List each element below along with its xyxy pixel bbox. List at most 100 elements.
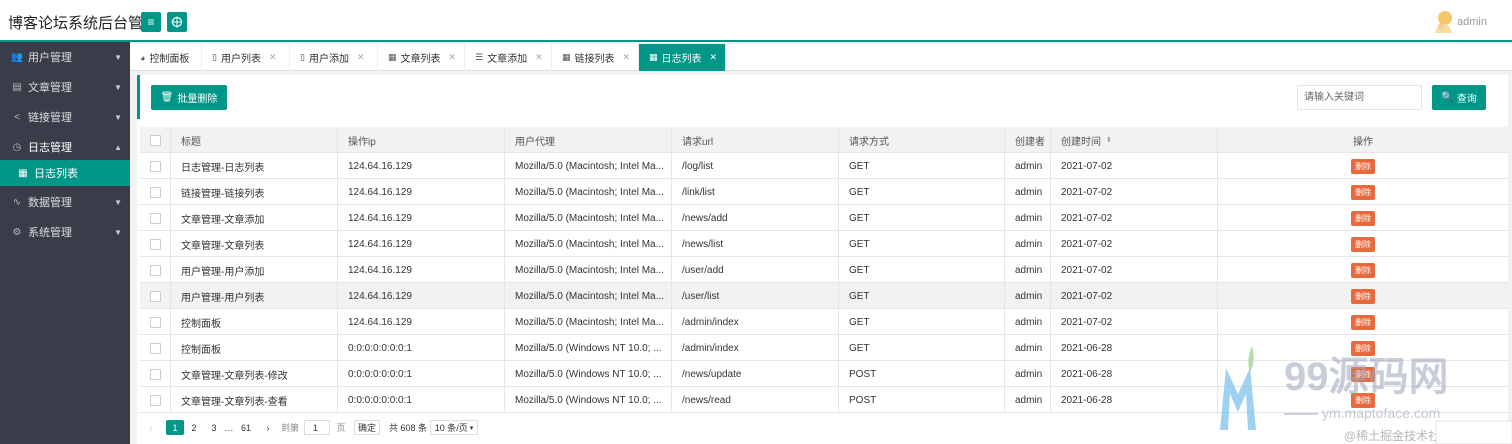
file-icon: ▯: [300, 52, 305, 62]
cell-method: GET: [839, 309, 1005, 335]
table-row[interactable]: 文章管理-文章添加 124.64.16.129 Mozilla/5.0 (Macin…: [140, 205, 1508, 231]
card-accent: [137, 75, 140, 119]
sidebar-item-logs[interactable]: ◷ 日志管理 ▲: [0, 132, 130, 162]
tab-user-add[interactable]: ▯ 用户添加 ✕: [290, 44, 378, 71]
menu-toggle-button[interactable]: ≡: [141, 12, 161, 32]
table-icon: ▦: [18, 167, 28, 179]
top-header: 博客论坛系统后台管理 ≡ admin: [0, 0, 1512, 42]
close-icon[interactable]: ✕: [449, 52, 457, 63]
cell-title: 日志管理-日志列表: [171, 153, 338, 179]
cell-creator: admin: [1005, 335, 1051, 361]
username[interactable]: admin: [1457, 16, 1487, 28]
cell-ip: 124.64.16.129: [338, 231, 505, 257]
tab-dashboard[interactable]: ◕ 控制面板: [130, 44, 202, 71]
sidebar-item-label: 数据管理: [28, 197, 72, 209]
cell-created-time: 2021-07-02: [1051, 309, 1218, 335]
delete-button[interactable]: 删除: [1351, 288, 1375, 304]
row-checkbox[interactable]: [150, 316, 161, 328]
row-checkbox[interactable]: [150, 342, 161, 354]
close-icon[interactable]: ✕: [623, 52, 631, 63]
table-row[interactable]: 链接管理-链接列表 124.64.16.129 Mozilla/5.0 (Macin…: [140, 179, 1508, 205]
delete-button[interactable]: 删除: [1351, 210, 1375, 226]
page-last[interactable]: 61: [238, 420, 254, 435]
row-checkbox[interactable]: [150, 264, 161, 276]
table-row[interactable]: 用户管理-用户列表 124.64.16.129 Mozilla/5.0 (Macin…: [140, 283, 1508, 309]
batch-delete-button[interactable]: 🗑 批量删除: [151, 85, 227, 110]
sidebar-item-data[interactable]: ∿ 数据管理 ▼: [0, 187, 130, 217]
tab-article-list[interactable]: ▦ 文章列表 ✕: [378, 44, 465, 71]
cell-url: /admin/index: [672, 335, 839, 361]
delete-button[interactable]: 删除: [1351, 184, 1375, 200]
goto-confirm-button[interactable]: 确定: [354, 420, 380, 435]
tab-log-list[interactable]: ▦ 日志列表 ✕: [639, 44, 726, 71]
cell-title: 链接管理-链接列表: [171, 179, 338, 205]
cell-ip: 124.64.16.129: [338, 179, 505, 205]
goto-page-input[interactable]: 1: [304, 420, 330, 435]
sidebar-item-log-list[interactable]: ▦ 日志列表: [0, 160, 130, 186]
page-3[interactable]: 3: [208, 420, 220, 435]
cell-method: GET: [839, 335, 1005, 361]
list-icon: ☰: [475, 52, 484, 62]
cell-creator: admin: [1005, 283, 1051, 309]
search-input[interactable]: [1297, 85, 1422, 110]
col-ip: 操作ip: [338, 127, 505, 153]
avatar[interactable]: [1432, 9, 1454, 35]
delete-button[interactable]: 删除: [1351, 262, 1375, 278]
tab-label: 用户列表: [220, 54, 261, 65]
row-checkbox[interactable]: [150, 160, 161, 172]
table-row[interactable]: 日志管理-日志列表 124.64.16.129 Mozilla/5.0 (Macin…: [140, 153, 1508, 179]
tab-article-add[interactable]: ☰ 文章添加 ✕: [465, 44, 552, 71]
cell-title: 文章管理-文章列表: [171, 231, 338, 257]
row-checkbox[interactable]: [150, 238, 161, 250]
cell-method: GET: [839, 153, 1005, 179]
row-checkbox[interactable]: [150, 394, 161, 406]
row-checkbox[interactable]: [150, 186, 161, 198]
close-icon[interactable]: ✕: [710, 52, 718, 63]
cell-title: 文章管理-文章添加: [171, 205, 338, 231]
delete-button[interactable]: 删除: [1351, 314, 1375, 330]
sidebar-item-system[interactable]: ⚙ 系统管理 ▼: [0, 217, 130, 247]
sidebar-item-users[interactable]: 👥 用户管理 ▼: [0, 42, 130, 72]
cell-user-agent: Mozilla/5.0 (Windows NT 10.0; ...: [505, 387, 672, 413]
cell-ip: 0:0:0:0:0:0:0:1: [338, 335, 505, 361]
search-button[interactable]: 🔍 查询: [1432, 85, 1486, 110]
select-all-checkbox[interactable]: [150, 134, 161, 146]
page-1[interactable]: 1: [166, 420, 184, 435]
sidebar-item-label: 用户管理: [28, 52, 72, 64]
close-icon[interactable]: ✕: [357, 52, 365, 63]
refresh-button[interactable]: [167, 12, 187, 32]
row-checkbox[interactable]: [150, 212, 161, 224]
col-created-time[interactable]: 创建时间 ⬍: [1051, 127, 1218, 153]
cell-method: GET: [839, 257, 1005, 283]
tab-label: 文章添加: [487, 54, 528, 65]
sidebar-item-links[interactable]: < 链接管理 ▼: [0, 102, 130, 132]
table-row[interactable]: 用户管理-用户添加 124.64.16.129 Mozilla/5.0 (Macin…: [140, 257, 1508, 283]
cell-created-time: 2021-07-02: [1051, 179, 1218, 205]
row-checkbox[interactable]: [150, 290, 161, 302]
page-2[interactable]: 2: [188, 420, 200, 435]
tab-link-list[interactable]: ▦ 链接列表 ✕: [552, 44, 639, 71]
watermark-badge: [1435, 420, 1512, 444]
cell-created-time: 2021-06-28: [1051, 335, 1218, 361]
cell-method: GET: [839, 179, 1005, 205]
row-checkbox[interactable]: [150, 368, 161, 380]
batch-delete-label: 批量删除: [177, 94, 218, 105]
delete-button[interactable]: 删除: [1351, 158, 1375, 174]
cell-creator: admin: [1005, 387, 1051, 413]
tab-label: 日志列表: [661, 54, 702, 65]
next-page-icon[interactable]: ›: [262, 420, 274, 435]
sort-icon[interactable]: ⬍: [1106, 136, 1112, 144]
table-row[interactable]: 控制面板 124.64.16.129 Mozilla/5.0 (Macintosh;…: [140, 309, 1508, 335]
page-size-select[interactable]: 10 条/页 ▾: [430, 420, 478, 435]
cell-ip: 0:0:0:0:0:0:0:1: [338, 361, 505, 387]
select-arrow-icon: ▾: [469, 424, 474, 432]
table-row[interactable]: 文章管理-文章列表 124.64.16.129 Mozilla/5.0 (Macin…: [140, 231, 1508, 257]
tab-user-list[interactable]: ▯ 用户列表 ✕: [202, 44, 290, 71]
delete-button[interactable]: 删除: [1351, 236, 1375, 252]
sidebar-item-articles[interactable]: ▤ 文章管理 ▼: [0, 72, 130, 102]
prev-page-icon[interactable]: ‹: [144, 420, 158, 435]
search-icon: 🔍: [1441, 92, 1454, 103]
close-icon[interactable]: ✕: [269, 52, 277, 63]
cell-created-time: 2021-07-02: [1051, 205, 1218, 231]
close-icon[interactable]: ✕: [535, 52, 543, 63]
